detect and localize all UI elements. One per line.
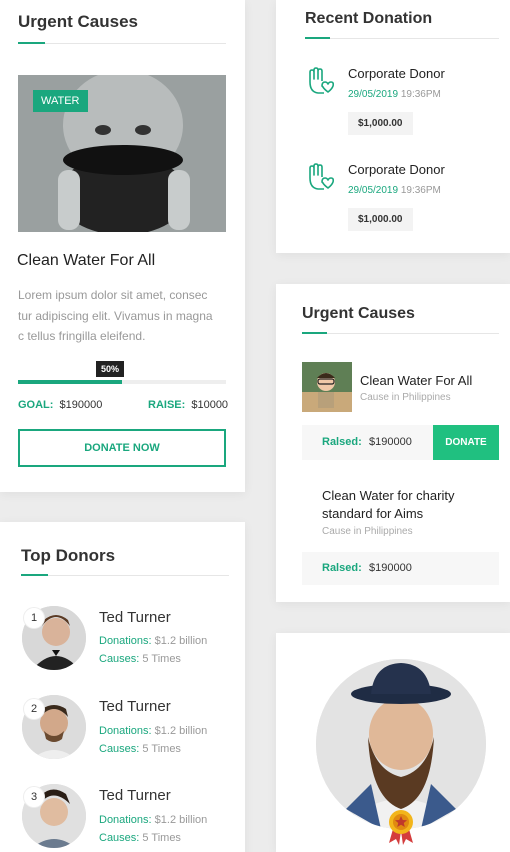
heart-hand-icon — [304, 162, 335, 192]
donation-item[interactable]: Corporate Donor 29/05/2019 19:36PM $1,00… — [276, 158, 510, 238]
profile-card — [276, 633, 510, 852]
section-title: Urgent Causes — [302, 305, 415, 322]
donation-amount: $1,000.00 — [348, 208, 413, 231]
donation-item[interactable]: Corporate Donor 29/05/2019 19:36PM $1,00… — [276, 62, 510, 142]
recent-donation-card: Recent Donation Corporate Donor 29/05/20… — [276, 0, 510, 253]
rank-badge: 2 — [23, 698, 45, 720]
section-title: Urgent Causes — [18, 12, 138, 31]
donor-name[interactable]: Corporate Donor — [348, 162, 445, 177]
raise-info: RAISE: $10000 — [148, 399, 229, 411]
title-accent — [305, 37, 330, 39]
cause-location: Cause in Philippines — [322, 526, 413, 537]
cause-name[interactable]: Clean Water For All — [360, 373, 472, 388]
donor-donations: Donations: $1.2 billion — [99, 814, 208, 826]
cause-location: Cause in Philippines — [360, 392, 451, 403]
title-accent — [302, 332, 327, 334]
progress-label: 50% — [96, 361, 125, 377]
cause-name[interactable]: Clean Water for charity standard for Aim… — [322, 487, 454, 523]
badge-icon — [387, 809, 415, 845]
profile-avatar[interactable] — [316, 659, 486, 829]
donate-button[interactable]: DONATE — [433, 425, 499, 460]
goal-info: GOAL: $190000 — [18, 399, 103, 411]
progress-fill — [18, 380, 122, 384]
title-divider — [302, 333, 499, 334]
rank-badge: 1 — [23, 607, 45, 629]
cause-description: Lorem ipsum dolor sit amet, consec tur a… — [18, 288, 213, 343]
urgent-causes-card: Urgent Causes WATER Clean Water For All … — [0, 0, 245, 492]
donation-datetime: 29/05/2019 19:36PM — [348, 89, 441, 100]
donor-row[interactable]: 2 Ted Turner Donations: $1.2 billion Cau… — [0, 690, 245, 760]
title-divider — [21, 575, 229, 576]
raised-row: Ralsed: $190000 — [302, 552, 499, 585]
raised-row: Ralsed: $190000 — [302, 425, 433, 460]
donor-row[interactable]: 3 Ted Turner Donations: $1.2 billion Cau… — [0, 780, 245, 850]
title-accent — [18, 42, 45, 44]
urgent-causes-list-card: Urgent Causes Clean Water For All Cause … — [276, 284, 510, 602]
cause-thumbnail[interactable] — [302, 362, 352, 412]
progress-bar — [18, 380, 226, 384]
donor-name[interactable]: Ted Turner — [99, 698, 171, 715]
donor-donations: Donations: $1.2 billion — [99, 635, 208, 647]
rank-badge: 3 — [23, 786, 45, 808]
title-accent — [21, 574, 48, 576]
donation-amount: $1,000.00 — [348, 112, 413, 135]
donor-causes: Causes: 5 Times — [99, 832, 181, 844]
title-divider — [18, 43, 226, 44]
donation-datetime: 29/05/2019 19:36PM — [348, 185, 441, 196]
donor-causes: Causes: 5 Times — [99, 743, 181, 755]
section-title: Recent Donation — [305, 10, 433, 27]
donor-row[interactable]: 1 Ted Turner Donations: $1.2 billion Cau… — [0, 600, 245, 670]
section-title: Top Donors — [21, 546, 116, 565]
donor-name[interactable]: Corporate Donor — [348, 66, 445, 81]
donor-name[interactable]: Ted Turner — [99, 787, 171, 804]
donor-donations: Donations: $1.2 billion — [99, 725, 208, 737]
category-tag[interactable]: WATER — [33, 90, 88, 112]
donor-causes: Causes: 5 Times — [99, 653, 181, 665]
donate-now-button[interactable]: DONATE NOW — [18, 429, 226, 467]
donor-name[interactable]: Ted Turner — [99, 609, 171, 626]
title-divider — [305, 38, 499, 39]
heart-hand-icon — [304, 66, 335, 96]
cause-title[interactable]: Clean Water For All — [17, 252, 155, 270]
